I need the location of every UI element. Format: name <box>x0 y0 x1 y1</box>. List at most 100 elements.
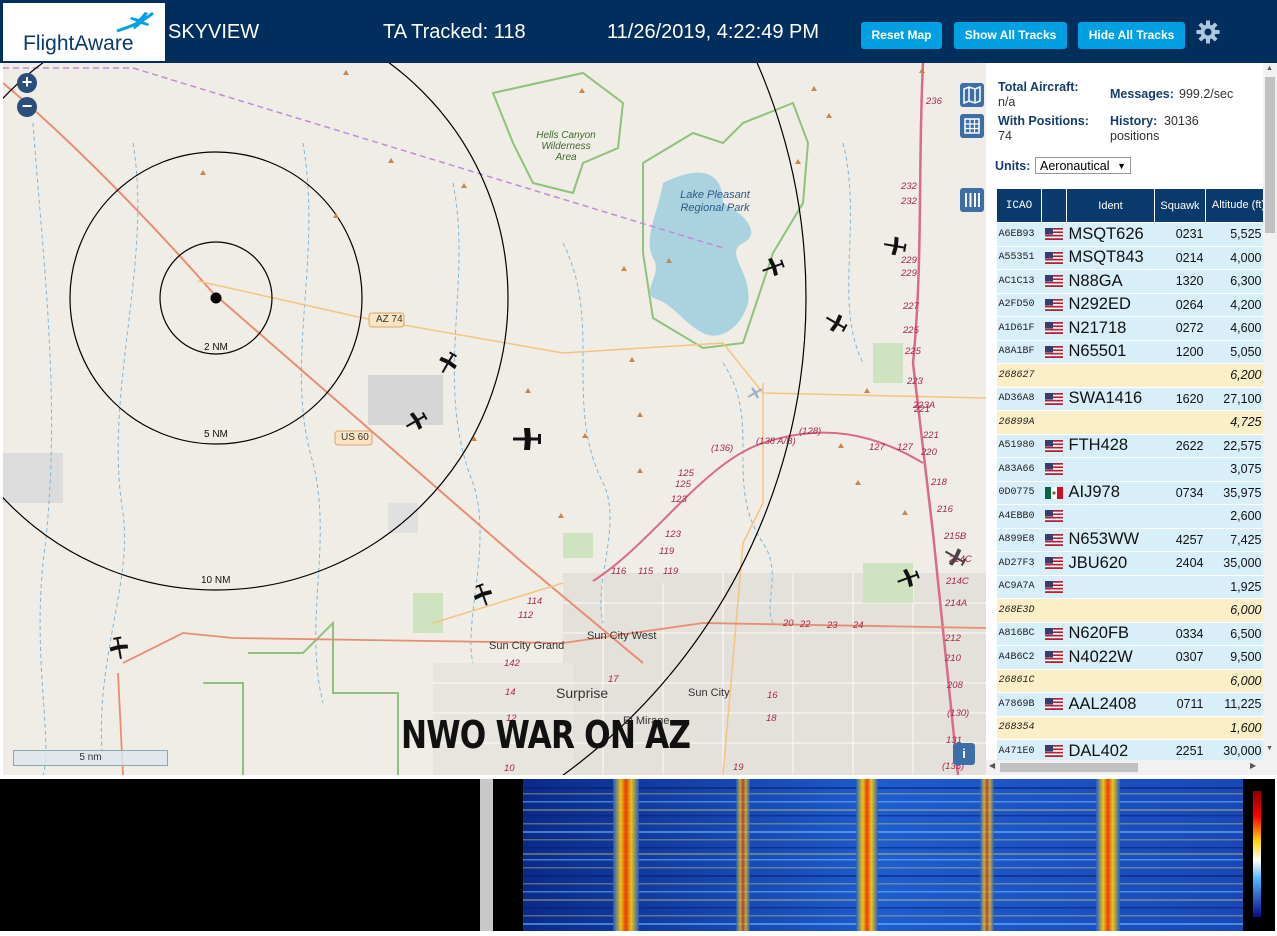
hide-all-tracks-button[interactable]: Hide All Tracks <box>1078 22 1185 49</box>
zoom-in-button[interactable]: + <box>17 73 37 93</box>
altitude-value: 6,000 <box>1230 673 1262 688</box>
aircraft-table-body: A6EB93 MSQT626 0231 5,525 A55351 MSQT843 0214 4… <box>996 222 1272 764</box>
table-row[interactable]: 26861C 6,000 <box>996 669 1272 693</box>
scroll-right-arrow-icon[interactable]: ▶ <box>1250 761 1256 770</box>
column-header-ident[interactable]: Ident <box>1066 188 1155 223</box>
zoom-out-button[interactable]: − <box>17 97 37 117</box>
chevron-down-icon: ▼ <box>1117 161 1126 171</box>
road-label-us60: US 60 <box>341 432 369 443</box>
altitude-value: 7,425 <box>1230 532 1262 547</box>
table-row[interactable]: A55351 MSQT84302144,000▼ <box>996 246 1272 270</box>
mile-marker-label: 225 <box>905 346 921 357</box>
datetime: 11/26/2019, 4:22:49 PM <box>607 21 820 43</box>
gear-icon[interactable] <box>1196 20 1220 44</box>
table-row[interactable]: 268627 6,200▲ <box>996 363 1272 388</box>
cell-altitude: 9,500 <box>1205 645 1272 670</box>
cell-flag <box>1041 622 1067 646</box>
cell-squawk: 2622 <box>1154 434 1206 458</box>
cell-flag <box>1041 481 1067 505</box>
us-flag-icon <box>1045 392 1063 405</box>
cell-squawk: 0214 <box>1154 246 1206 270</box>
cell-flag <box>1041 363 1067 388</box>
table-row[interactable]: A51980 FTH428262222,575▲ <box>996 434 1272 458</box>
scrollbar-thumb[interactable] <box>1265 77 1275 233</box>
table-row[interactable]: 268E3D 6,000 <box>996 598 1272 623</box>
table-row[interactable]: A4B6C2 N4022W 0307 9,500 <box>996 645 1272 670</box>
us-flag-icon <box>1045 463 1063 476</box>
road-label-az74: AZ 74 <box>376 314 403 325</box>
table-row[interactable]: A2FD50 N292ED02644,200▲ <box>996 293 1272 317</box>
column-header-squawk[interactable]: Squawk <box>1154 188 1206 223</box>
units-select[interactable]: Aeronautical ▼ <box>1035 157 1131 174</box>
cell-icao: 268E3D <box>996 598 1042 623</box>
scroll-up-arrow-icon[interactable]: ▲ <box>1266 65 1273 72</box>
cell-ident: N21718 <box>1066 316 1155 341</box>
cell-squawk: 1200 <box>1154 340 1206 364</box>
table-row[interactable]: AC1C13 N88GA13206,300▼ <box>996 269 1272 294</box>
cell-altitude: 3,075▲ <box>1205 457 1272 482</box>
info-button[interactable]: i <box>953 743 975 765</box>
table-row[interactable]: A83A66 3,075▲ <box>996 457 1272 482</box>
with-positions-label: With Positions: <box>998 114 1089 128</box>
cell-flag <box>1041 457 1067 482</box>
map-layer-button[interactable] <box>960 83 984 107</box>
ring-label-2nm: 2 NM <box>204 342 228 353</box>
mile-marker-label: 19 <box>733 762 744 773</box>
table-row[interactable]: 268354 1,600 <box>996 716 1272 740</box>
aircraft-panel: Total Aircraft: n/a Messages: 999.2/sec … <box>986 63 1277 775</box>
mile-marker-label: 214C <box>946 576 969 587</box>
table-row[interactable]: A6EB93 MSQT626 0231 5,525 <box>996 222 1272 247</box>
us-flag-icon <box>1045 745 1063 758</box>
table-row[interactable]: 0D0775 AIJ978 0734 35,975 <box>996 481 1272 505</box>
panel-horizontal-scrollbar[interactable]: ◀ ▶ <box>986 760 1263 775</box>
altitude-value: 5,525 <box>1230 227 1262 242</box>
cell-flag <box>1041 293 1067 317</box>
table-row[interactable]: A816BC N620FB03346,500▲ <box>996 622 1272 646</box>
table-row[interactable]: A8A1BF N65501 1200 5,050 <box>996 340 1272 364</box>
history-value: 30136 <box>1164 114 1199 128</box>
show-all-tracks-button[interactable]: Show All Tracks <box>954 22 1067 49</box>
panel-vertical-scrollbar[interactable]: ▲ ▼ <box>1263 63 1277 775</box>
map-view[interactable]: AZ 74 US 60 2 NM 5 NM 10 NM Hells Canyon… <box>3 63 986 775</box>
table-row[interactable]: A899E8 N653WW42577,425▼ <box>996 528 1272 552</box>
us-flag-icon <box>1045 510 1063 523</box>
cell-squawk: 1320 <box>1154 269 1206 294</box>
mile-marker-label: 125 <box>678 468 694 479</box>
cell-icao: A2FD50 <box>996 293 1042 317</box>
cell-ident <box>1066 598 1155 623</box>
table-row[interactable]: A1D61F N2171802724,600▲ <box>996 316 1272 341</box>
cell-altitude: 1,925▲ <box>1205 575 1272 599</box>
scrollbar-thumb[interactable] <box>1000 763 1138 772</box>
table-row[interactable]: AD27F3 JBU620 2404 35,000 <box>996 551 1272 576</box>
cell-ident: N88GA <box>1066 269 1155 294</box>
table-row[interactable]: A4EBB0 2,600▲ <box>996 504 1272 529</box>
us-flag-icon <box>1045 557 1063 570</box>
scroll-down-arrow-icon[interactable]: ▼ <box>1266 745 1273 752</box>
table-row[interactable]: AC9A7A 1,925▲ <box>996 575 1272 599</box>
column-header-flag[interactable] <box>1041 188 1067 223</box>
column-header-icao[interactable]: ICAO <box>996 188 1042 223</box>
table-row[interactable]: AD36A8 SWA1416162027,100▲ <box>996 387 1272 411</box>
us-flag-icon <box>1045 298 1063 311</box>
pane-divider[interactable] <box>480 779 493 931</box>
reset-map-button[interactable]: Reset Map <box>861 22 942 49</box>
messages-value: 999.2/sec <box>1179 87 1234 101</box>
mile-marker-label: 215B <box>944 531 967 542</box>
units-label: Units: <box>995 159 1031 173</box>
cell-altitude: 7,425▼ <box>1205 528 1272 552</box>
mile-marker-label: 17 <box>608 674 619 685</box>
cell-squawk <box>1154 457 1206 482</box>
column-header-altitude[interactable]: Altitude (ft) <box>1205 188 1272 223</box>
cell-altitude: 6,500▲ <box>1205 622 1272 646</box>
flightaware-logo[interactable]: FlightAware <box>3 3 165 61</box>
mile-marker-label: 123 <box>665 529 681 540</box>
columns-toggle-button[interactable] <box>960 188 984 212</box>
scroll-left-arrow-icon[interactable]: ◀ <box>989 761 995 770</box>
table-row[interactable]: A7869B AAL2408071111,225▲ <box>996 692 1272 717</box>
grid-layer-button[interactable] <box>960 114 984 138</box>
altitude-value: 3,075 <box>1230 462 1262 477</box>
cell-squawk: 0231 <box>1154 222 1206 247</box>
cell-altitude: 5,525 <box>1205 222 1272 247</box>
table-row[interactable]: 26899A 4,725▲ <box>996 410 1272 435</box>
cell-icao: 26861C <box>996 669 1042 693</box>
